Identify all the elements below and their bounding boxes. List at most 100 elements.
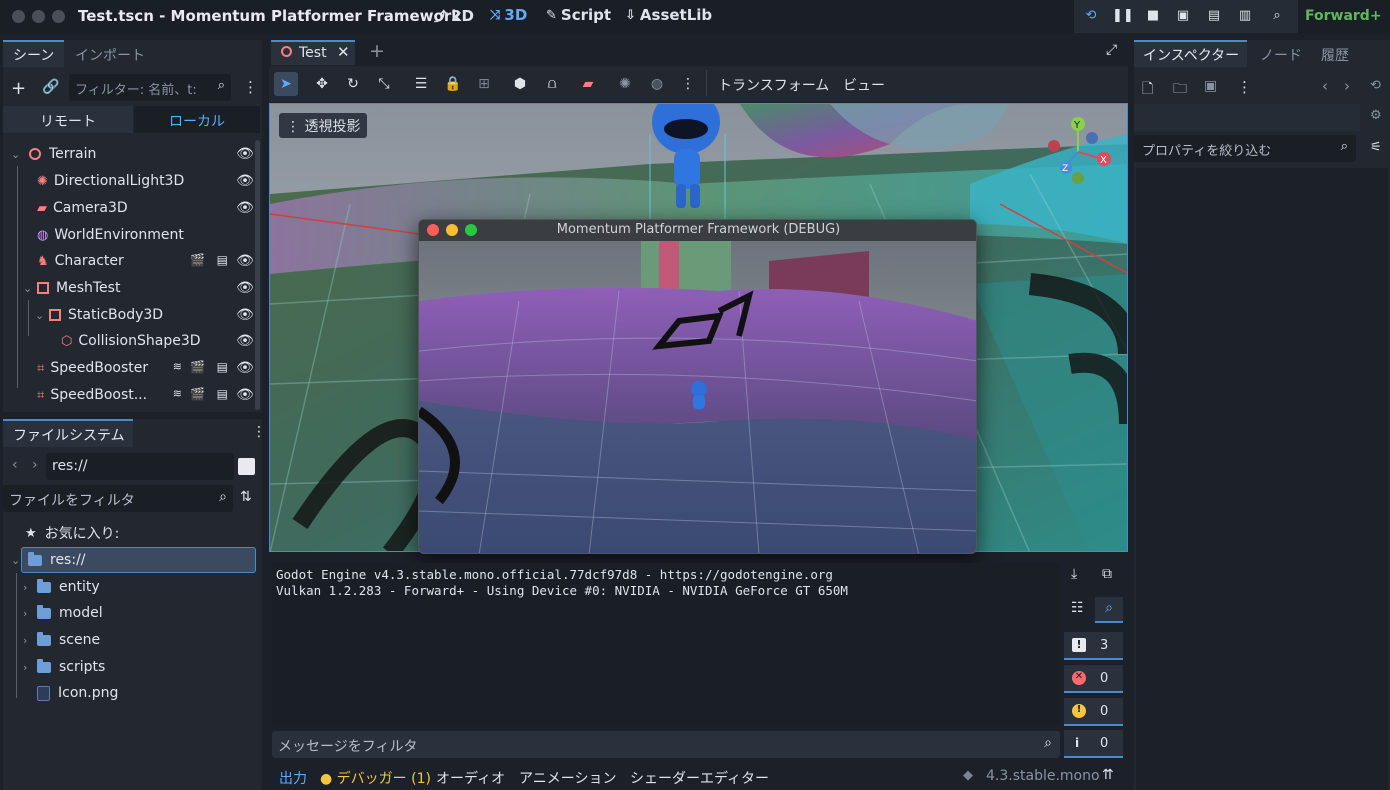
mode-script-button[interactable]: ✎ Script [546,6,611,24]
bottom-tab-debugger[interactable]: ● デバッガー (1) [320,768,431,788]
renderer-selector[interactable]: Forward+ [1305,8,1382,24]
pause-icon[interactable]: ❚❚ [1112,8,1134,24]
file-icon-png[interactable]: Icon.png [37,680,118,706]
tree-item-character[interactable]: ♞ Character 🎬 ▤ 👁 [3,248,261,274]
recent-icon[interactable]: ⟲ [1370,78,1381,93]
tree-item-terrain[interactable]: ⌄ Terrain 👁 [3,141,261,167]
tree-item-directional-light[interactable]: ✺ DirectionalLight3D 👁 [3,168,261,194]
visibility-eye-icon[interactable]: 👁 [236,387,254,403]
tab-filesystem[interactable]: ファイルシステム [13,425,125,445]
signal-icon[interactable]: ≋ [173,387,182,400]
bottom-tab-output[interactable]: 出力 [279,768,307,788]
tree-item-collision-shape[interactable]: ⬡ CollisionShape3D 👁 [3,328,261,354]
local-tab[interactable]: ローカル [134,106,260,133]
visibility-eye-icon[interactable]: 👁 [236,307,254,323]
visibility-eye-icon[interactable]: 👁 [236,280,254,296]
tree-item-meshtest[interactable]: ⌄ MeshTest 👁 [3,275,261,301]
run-current-scene-icon[interactable]: ▤ [1205,8,1223,24]
movie-maker-icon[interactable]: ⌕ [1268,8,1286,24]
mode-assetlib-button[interactable]: ⇩ AssetLib [625,6,712,24]
kebab-menu-icon[interactable]: ⋮ [677,73,699,95]
scene-instance-icon[interactable]: 🎬 [190,253,205,267]
save-icon[interactable]: ▣ [1204,78,1217,94]
tab-import[interactable]: インポート [75,45,145,65]
sun-icon[interactable]: ✺ [614,73,636,95]
link-icon[interactable]: 🔗 [42,79,59,95]
favorites-item[interactable]: ★ お気に入り: [25,520,119,546]
snap-icon[interactable]: ⩍ [541,73,563,95]
property-filter-input[interactable]: プロパティを絞り込む ⌕ [1134,135,1356,162]
tree-item-world-environment[interactable]: ◍ WorldEnvironment [3,222,261,248]
message-filter-input[interactable]: メッセージをフィルタ ⌕ [272,731,1060,758]
game-debug-window[interactable]: Momentum Platformer Framework (DEBUG) [418,219,977,554]
move-tool-icon[interactable]: ✥ [311,73,333,95]
tab-test[interactable]: Test ✕ [271,40,355,65]
path-input[interactable]: res:// [46,453,234,480]
scene-tree-scrollbar[interactable] [255,140,260,410]
visibility-eye-icon[interactable]: 👁 [236,200,254,216]
split-view-icon[interactable] [238,458,255,475]
minimize-window-button[interactable] [32,10,45,23]
copy-icon[interactable]: ⧉ [1102,566,1112,582]
script-attached-icon[interactable]: ▤ [217,253,228,267]
run-custom-scene-icon[interactable]: ▥ [1236,8,1254,24]
message-count-toggle[interactable]: ! 3 [1064,632,1123,660]
distraction-free-icon[interactable]: ⤢ [1106,42,1117,58]
tree-item-speed-booster[interactable]: ⌗ SpeedBooster ≋ 🎬 ▤ 👁 [3,355,261,381]
visibility-eye-icon[interactable]: 👁 [236,173,254,189]
tab-inspector[interactable]: インスペクター [1143,45,1239,65]
forward-icon[interactable]: › [32,457,38,473]
view-menu[interactable]: ビュー [843,75,885,95]
rotate-tool-icon[interactable]: ↻ [342,73,364,95]
object-menu-icon[interactable]: ⚙ [1370,108,1382,123]
cube-icon[interactable]: ⬢ [509,73,531,95]
remote-debug-icon[interactable]: ▣ [1174,8,1192,24]
output-log[interactable]: Godot Engine v4.3.stable.mono.official.7… [272,563,1060,726]
perspective-menu[interactable]: ⋮ 透視投影 [279,113,368,138]
kebab-menu-icon[interactable]: ⋮ [1237,78,1252,96]
file-filter-input[interactable]: ファイルをフィルタ ⌕ [3,485,233,512]
kebab-menu-icon[interactable]: ⋮ [243,78,258,96]
visibility-eye-icon[interactable]: 👁 [236,360,254,376]
kebab-menu-icon[interactable]: ⋮ [252,424,266,440]
inspector-settings-icon[interactable]: ⚟ [1370,140,1382,155]
list-select-icon[interactable]: ☰ [410,73,432,95]
scene-instance-icon[interactable]: 🎬 [190,360,205,374]
zoom-window-button[interactable] [52,10,65,23]
tree-item-speed-booster-2[interactable]: ⌗ SpeedBoost... ≋ 🎬 ▤ 👁 [3,382,261,408]
tree-item-static-body[interactable]: ⌄ StaticBody3D 👁 [3,302,261,328]
folder-model[interactable]: › model [23,600,103,626]
transform-menu[interactable]: トランスフォーム [718,75,829,95]
tree-item-camera[interactable]: ▰ Camera3D 👁 [3,195,261,221]
open-folder-icon[interactable]: 🗀 [1173,78,1187,102]
script-attached-icon[interactable]: ▤ [217,387,228,401]
environment-icon[interactable]: ◍ [646,73,668,95]
visibility-eye-icon[interactable]: 👁 [236,146,254,162]
add-node-icon[interactable]: + [11,78,26,99]
bottom-tab-audio[interactable]: オーディオ [436,768,505,788]
folder-entity[interactable]: › entity [23,574,100,600]
add-tab-icon[interactable]: + [369,40,385,62]
expand-bottom-panel-icon[interactable]: ⇈ [1102,767,1114,783]
signal-icon[interactable]: ≋ [173,360,182,373]
lock-icon[interactable]: 🔒 [442,73,464,95]
error-count-toggle[interactable]: ✕ 0 [1064,665,1123,693]
new-resource-icon[interactable]: 🗋 [1142,78,1153,102]
warning-count-toggle[interactable]: ! 0 [1064,698,1123,726]
bottom-tab-animation[interactable]: アニメーション [519,768,616,788]
folder-scripts[interactable]: › scripts [23,654,105,680]
tab-scene[interactable]: シーン [13,45,54,65]
search-output-icon[interactable]: ⌕ [1095,597,1123,623]
close-window-button[interactable] [12,10,25,23]
camera-preview-icon[interactable]: ▰ [577,73,599,95]
back-icon[interactable]: ‹ [12,457,18,473]
collapse-icon[interactable]: ☷ [1071,600,1084,616]
reload-icon[interactable]: ⟲ [1082,8,1100,24]
res-root-item[interactable]: ⌄ res:// [11,547,86,573]
tab-node[interactable]: ノード [1260,45,1302,65]
script-attached-icon[interactable]: ▤ [217,360,228,374]
group-icon[interactable]: ⊞ [473,73,495,95]
clear-output-icon[interactable]: ⤓ [1071,566,1077,582]
folder-scene[interactable]: › scene [23,627,100,653]
tab-history[interactable]: 履歴 [1321,45,1349,65]
